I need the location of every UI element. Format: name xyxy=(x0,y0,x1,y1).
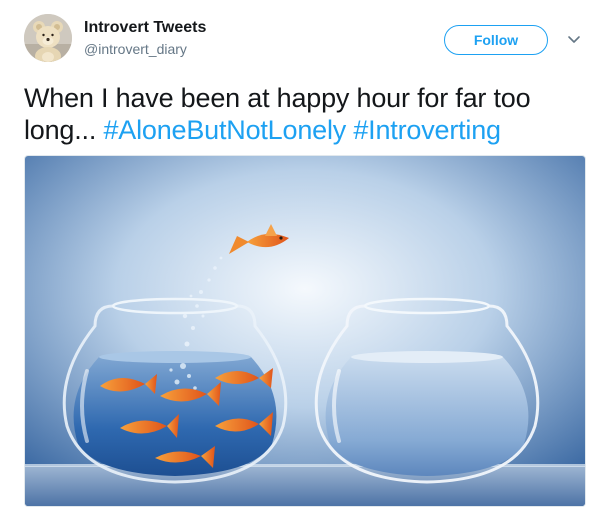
hashtag-alonebutnotlonely[interactable]: #AloneButNotLonely xyxy=(103,115,346,145)
display-name[interactable]: Introvert Tweets xyxy=(84,19,206,37)
teddy-bear-avatar-icon xyxy=(24,14,72,62)
user-handle[interactable]: @introvert_diary xyxy=(84,41,187,57)
avatar[interactable] xyxy=(24,14,72,62)
hashtag-introverting[interactable]: #Introverting xyxy=(353,115,501,145)
goldfish-bowls-illustration xyxy=(25,156,585,506)
more-options-button[interactable] xyxy=(565,31,583,49)
chevron-down-icon xyxy=(568,36,580,43)
tweet-text: When I have been at happy hour for far t… xyxy=(24,82,594,146)
tweet-card: Introvert Tweets @introvert_diary Follow… xyxy=(0,0,611,519)
follow-button[interactable]: Follow xyxy=(444,25,548,55)
tweet-media-image[interactable] xyxy=(24,155,586,507)
